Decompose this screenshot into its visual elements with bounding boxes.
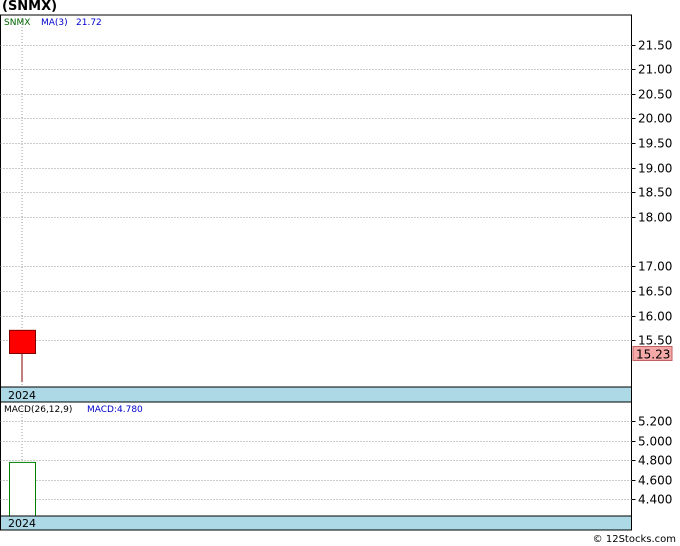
legend-ma: MA(3)	[41, 18, 68, 28]
price-tick-label: 18.00	[638, 211, 672, 225]
macd-tick-label: 5.000	[638, 435, 672, 449]
macd-tick-label: 4.800	[638, 454, 672, 468]
macd-date-band	[0, 515, 632, 531]
last-price-label: 15.23	[636, 347, 670, 361]
price-tick-label: 16.00	[638, 310, 672, 324]
price-panel	[0, 14, 632, 388]
macd-tick-label: 4.600	[638, 474, 672, 488]
price-tick-label: 18.50	[638, 186, 672, 200]
stock-chart: 21.50 21.00 20.50 20.00 19.50 19.00 18.50 18.00…	[0, 14, 673, 531]
price-tick-label: 21.00	[638, 63, 672, 77]
price-tick-label: 15.50	[638, 334, 672, 348]
price-tick-label: 20.50	[638, 88, 672, 102]
macd-tick-label: 5.200	[638, 415, 672, 429]
price-date-label: 2024	[8, 389, 36, 402]
legend-ticker: SNMX	[4, 18, 30, 28]
candle-body	[9, 329, 36, 354]
price-tick-label: 19.00	[638, 162, 672, 176]
price-tick-label: 20.00	[638, 112, 672, 126]
legend-macd-value: MACD:4.780	[87, 405, 143, 415]
price-tick-label: 17.00	[638, 260, 672, 274]
legend-ma-value: 21.72	[76, 18, 102, 28]
macd-tick-label: 4.400	[638, 493, 672, 507]
price-tick-label: 19.50	[638, 137, 672, 151]
price-date-band	[0, 386, 632, 403]
macd-panel	[0, 401, 632, 517]
macd-date-label: 2024	[8, 517, 36, 530]
price-tick-label: 21.50	[638, 39, 672, 53]
price-tick-label: 16.50	[638, 285, 672, 299]
credit-text: © 12Stocks.com	[592, 534, 676, 545]
legend-macd: MACD(26,12,9)	[4, 405, 72, 415]
macd-bar	[9, 461, 36, 517]
